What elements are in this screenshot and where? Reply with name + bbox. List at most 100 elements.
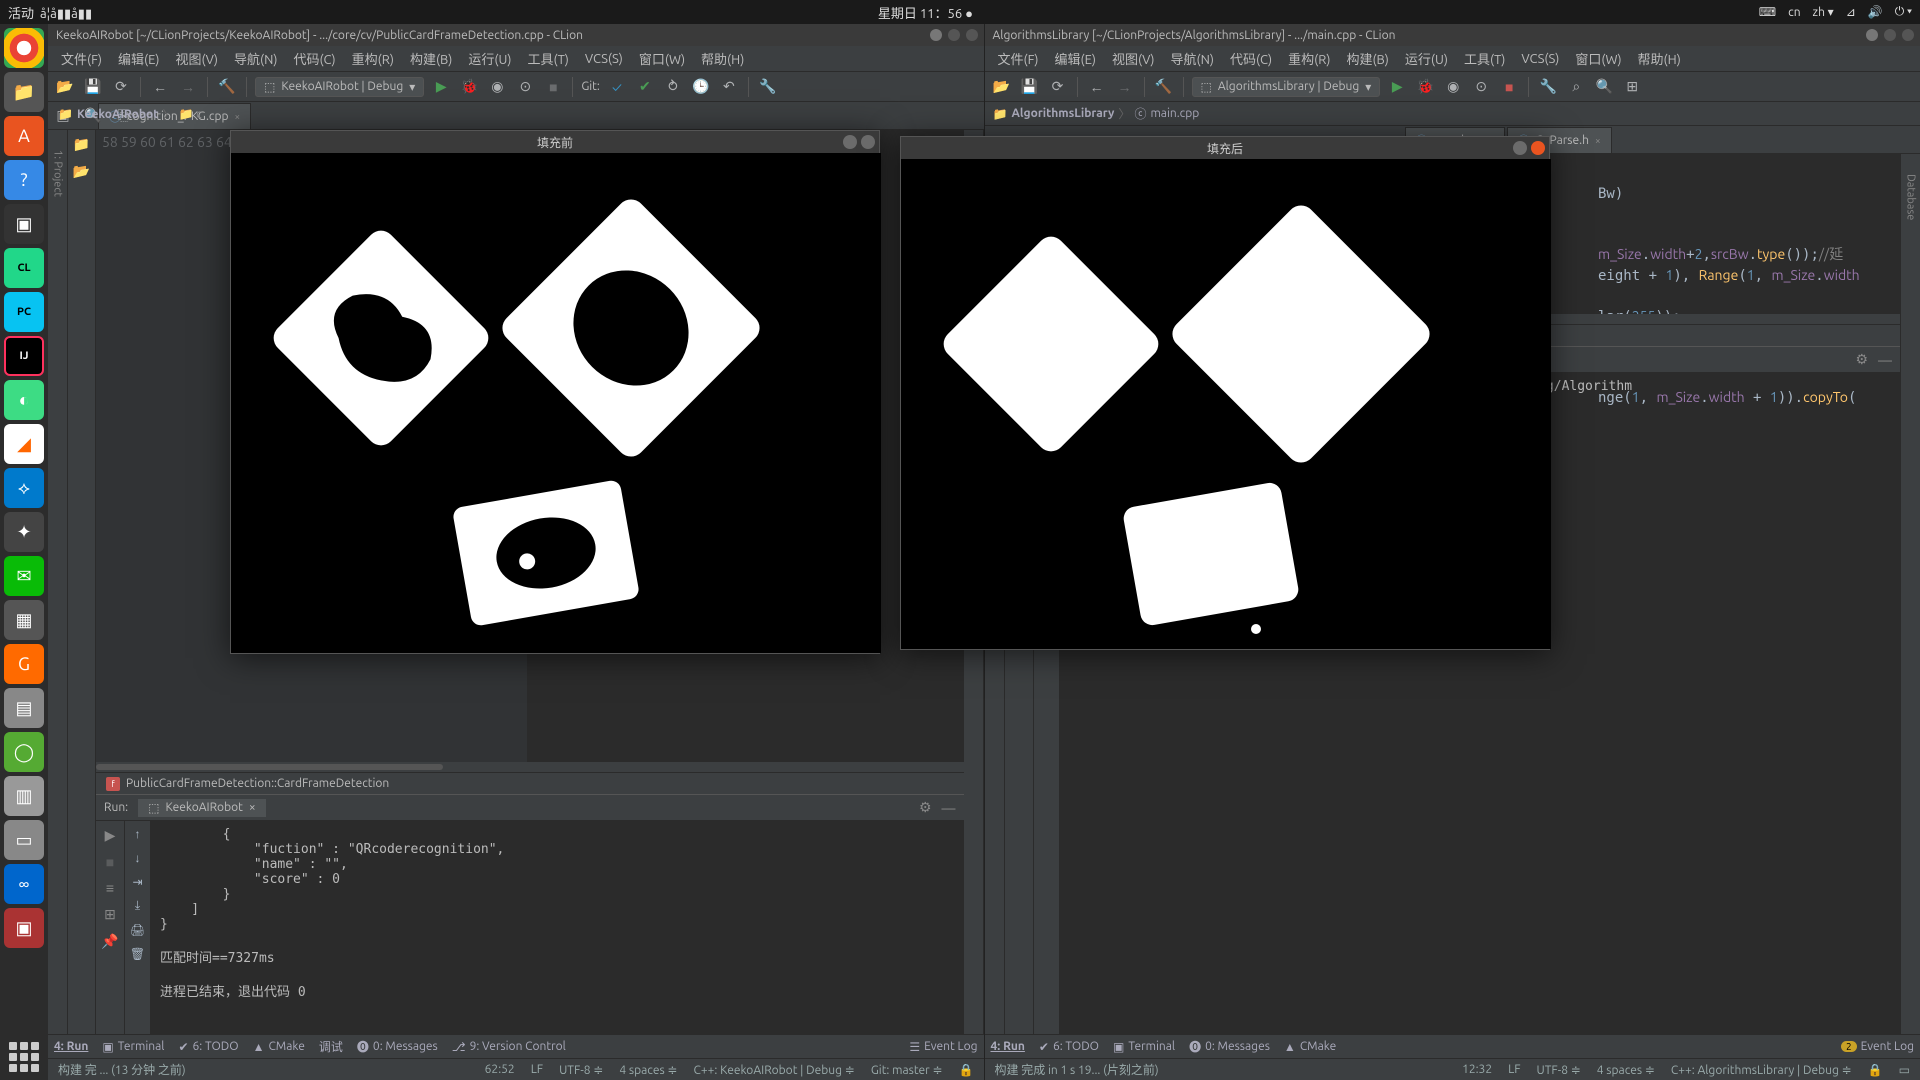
search-everywhere-icon[interactable]: ⌕ [1565,76,1587,98]
save-icon[interactable]: 💾 [82,76,104,98]
profile-icon[interactable]: ⊙ [1470,76,1492,98]
preview-window-before[interactable]: 填充前 [230,130,880,654]
up-icon[interactable]: ↑ [135,827,141,841]
status-trash-icon[interactable]: ▭ [1899,1063,1910,1077]
run-config-selector[interactable]: ⬚ KeekoAIRobot | Debug ▾ [255,77,424,97]
min-icon[interactable] [930,29,942,41]
activities-label[interactable]: 活动 [8,7,34,21]
close-icon[interactable] [1902,29,1914,41]
bottom-run[interactable]: 4: Run [991,1040,1025,1053]
refresh-icon[interactable]: ⟳ [110,76,132,98]
bottom-eventlog[interactable]: ☰ Event Log [909,1040,977,1054]
bottom-terminal[interactable]: ▣ Terminal [102,1040,164,1054]
menu-tools[interactable]: 工具(T) [520,47,575,70]
menu-help[interactable]: 帮助(H) [1631,47,1688,70]
stop-icon[interactable]: ■ [1498,76,1520,98]
clear-icon[interactable]: 🗑 [130,947,145,961]
launcher-app-h[interactable]: ▣ [4,908,44,948]
launcher-app-c[interactable]: ◯ [4,732,44,772]
search-icon[interactable]: 🔍 [1593,76,1615,98]
refresh-icon[interactable]: ⟳ [1047,76,1069,98]
settings-icon[interactable]: 🔧 [1537,76,1559,98]
settings-icon[interactable]: 🔧 [757,76,779,98]
menu-file[interactable]: 文件(F) [54,47,109,70]
print-icon[interactable]: 🖨 [130,923,145,937]
menu-window[interactable]: 窗口(W) [1568,47,1628,70]
run-tab[interactable]: ⬚ KeekoAIRobot × [138,799,265,817]
run-icon[interactable]: ▶ [430,76,452,98]
status-context[interactable]: C++: AlgorithmsLibrary | Debug ≑ [1671,1063,1852,1077]
bottom-vcs[interactable]: ⎇ 9: Version Control [452,1040,566,1054]
forward-icon[interactable]: → [177,76,199,98]
open-icon[interactable]: 📂 [991,76,1013,98]
git-diff-icon[interactable]: ⥁ [662,76,684,98]
close-icon[interactable] [966,29,978,41]
status-enc[interactable]: UTF-8 ≑ [1537,1063,1581,1077]
clock[interactable]: 星期日 11：56 ● [92,3,1759,22]
structure-icon[interactable]: ⊞ [1621,76,1643,98]
min-icon[interactable] [1513,141,1527,155]
status-git[interactable]: Git: master ≑ [871,1063,943,1077]
menu-view[interactable]: 视图(V) [1105,47,1161,70]
layout2-icon[interactable]: ⊞ [104,906,116,923]
editor-hscroll[interactable] [96,762,964,772]
status-pos[interactable]: 62:52 [485,1063,515,1076]
power-icon[interactable]: ⏻ ▾ [1895,5,1912,19]
app-indicator[interactable]: å¦å▮▮å▮▮ [40,7,92,21]
stop-icon[interactable]: ■ [542,76,564,98]
crumb-file[interactable]: main.cpp [1150,107,1199,120]
menu-edit[interactable]: 编辑(E) [1048,47,1103,70]
launcher-app-b[interactable]: ▤ [4,688,44,728]
status-pos[interactable]: 12:32 [1462,1063,1492,1076]
scroll-icon[interactable]: ⤓ [135,899,140,913]
coverage-icon[interactable]: ◉ [1442,76,1464,98]
crumb-root[interactable]: AlgorithmsLibrary [1011,107,1114,120]
launcher-android-studio[interactable]: ◐ [4,380,44,420]
menu-view[interactable]: 视图(V) [169,47,225,70]
launcher-calculator[interactable]: ▦ [4,600,44,640]
launcher-help[interactable]: ? [4,160,44,200]
launcher-chrome[interactable] [4,28,44,68]
max-icon[interactable] [861,135,875,149]
bottom-eventlog[interactable]: 2 Event Log [1841,1040,1914,1053]
launcher-show-apps[interactable] [9,1042,39,1072]
launcher-ubuntu-software[interactable]: A [4,116,44,156]
debug-icon[interactable]: 🐞 [1414,76,1436,98]
git-update-icon[interactable]: ✓ [606,76,628,98]
sidebar-left-strip[interactable]: 1: Project [48,130,68,1034]
bottom-todo[interactable]: ✔ 6: TODO [178,1040,238,1054]
menu-build[interactable]: 构建(B) [403,47,459,70]
run-icon[interactable]: ▶ [1386,76,1408,98]
input-lang-1[interactable]: cn [1788,6,1800,19]
crumb-root[interactable]: KeekoAIRobot [77,108,158,121]
preview-window-after[interactable]: 填充后 [900,136,1550,650]
launcher-intellij[interactable]: IJ [4,336,44,376]
launcher-wechat[interactable]: ✉ [4,556,44,596]
git-commit-icon[interactable]: ✔ [634,76,656,98]
build-icon[interactable]: 🔨 [216,76,238,98]
bottom-messages[interactable]: ⓿ 0: Messages [1189,1038,1270,1055]
status-lf[interactable]: LF [531,1063,543,1076]
coverage-icon[interactable]: ◉ [486,76,508,98]
bottom-todo[interactable]: ✔ 6: TODO [1039,1040,1099,1054]
run-settings-icon[interactable]: ⚙ [919,799,932,816]
profile-icon[interactable]: ⊙ [514,76,536,98]
down-icon[interactable]: ↓ [135,851,141,865]
status-lock-icon[interactable]: 🔒 [1868,1063,1883,1077]
launcher-clion[interactable]: CL [4,248,44,288]
status-indent[interactable]: 4 spaces ≑ [619,1063,677,1077]
folder-icon[interactable]: 📁 [73,136,90,153]
folder-icon[interactable]: 📂 [73,163,90,180]
wrap-icon[interactable]: ⇥ [132,875,142,889]
stop-run-icon[interactable]: ■ [106,854,114,870]
open-icon[interactable]: 📂 [54,76,76,98]
status-lock-icon[interactable]: 🔒 [959,1063,974,1077]
launcher-app-f[interactable]: ∞ [4,864,44,904]
save-icon[interactable]: 💾 [1019,76,1041,98]
bottom-cmake[interactable]: ▲ CMake [1284,1040,1336,1054]
back-icon[interactable]: ← [149,76,171,98]
bottom-terminal[interactable]: ▣ Terminal [1113,1040,1175,1054]
bottom-debug[interactable]: 调试 [319,1038,343,1055]
min-icon[interactable] [1866,29,1878,41]
menu-code[interactable]: 代码(C) [286,47,342,70]
